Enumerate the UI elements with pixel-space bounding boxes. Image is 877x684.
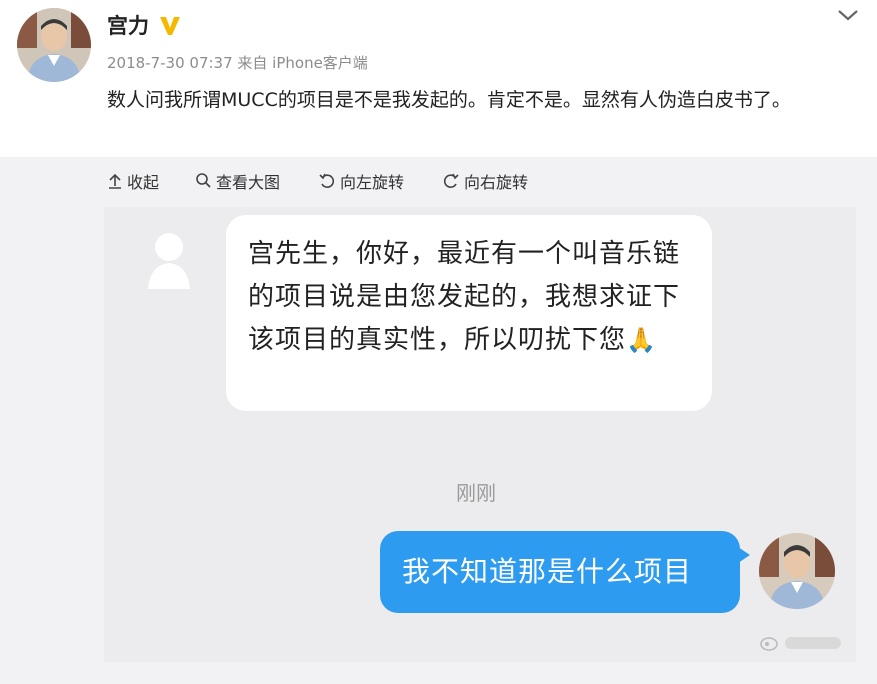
post-meta: 2018-7-30 07:37 来自 iPhone客户端	[107, 52, 368, 74]
chevron-down-icon[interactable]	[836, 6, 860, 24]
view-large-label: 查看大图	[216, 173, 281, 192]
post-header: 宫力 2018-7-30 07:37 来自 iPhone客户端 数人问我所谓MU…	[0, 0, 877, 157]
rotate-left-label: 向左旋转	[340, 173, 405, 192]
view-large-button[interactable]: 查看大图	[195, 169, 280, 193]
post-timestamp[interactable]: 2018-7-30 07:37	[107, 54, 233, 72]
rotate-left-icon	[318, 172, 336, 190]
author-name[interactable]: 宫力	[107, 12, 149, 40]
incoming-message-text: 宫先生，你好，最近有一个叫音乐链的项目说是由您发起的，我想求证下该项目的真实性，…	[248, 239, 681, 355]
outgoing-bubble-tail	[738, 547, 750, 563]
image-toolbar: 收起 查看大图 向左旋转 向右旋转	[0, 157, 877, 207]
outgoing-message-bubble: 我不知道那是什么项目	[380, 531, 740, 613]
outgoing-message-text: 我不知道那是什么项目	[402, 555, 693, 588]
chat-screenshot-image[interactable]: 宫先生，你好，最近有一个叫音乐链的项目说是由您发起的，我想求证下该项目的真实性，…	[104, 207, 856, 662]
collapse-label: 收起	[127, 173, 160, 192]
self-avatar	[759, 533, 835, 609]
rotate-left-button[interactable]: 向左旋转	[318, 169, 404, 193]
post-source: 来自 iPhone客户端	[237, 54, 368, 72]
rotate-right-icon	[442, 172, 460, 190]
verified-v-icon	[158, 15, 182, 37]
arrow-up-icon	[107, 172, 123, 190]
magnifier-icon	[195, 172, 212, 190]
post-text: 数人问我所谓MUCC的项目是不是我发起的。肯定不是。显然有人伪造白皮书了。	[107, 89, 791, 111]
contact-avatar-placeholder	[146, 227, 192, 291]
praying-hands-emoji: 🙏	[626, 326, 657, 354]
incoming-message-bubble: 宫先生，你好，最近有一个叫音乐链的项目说是由您发起的，我想求证下该项目的真实性，…	[226, 215, 712, 411]
rotate-right-button[interactable]: 向右旋转	[442, 169, 528, 193]
collapse-button[interactable]: 收起	[107, 169, 159, 193]
author-avatar[interactable]	[17, 8, 91, 82]
message-time-label: 刚刚	[456, 481, 496, 505]
weibo-watermark-icon	[759, 632, 849, 654]
rotate-right-label: 向右旋转	[464, 173, 529, 192]
